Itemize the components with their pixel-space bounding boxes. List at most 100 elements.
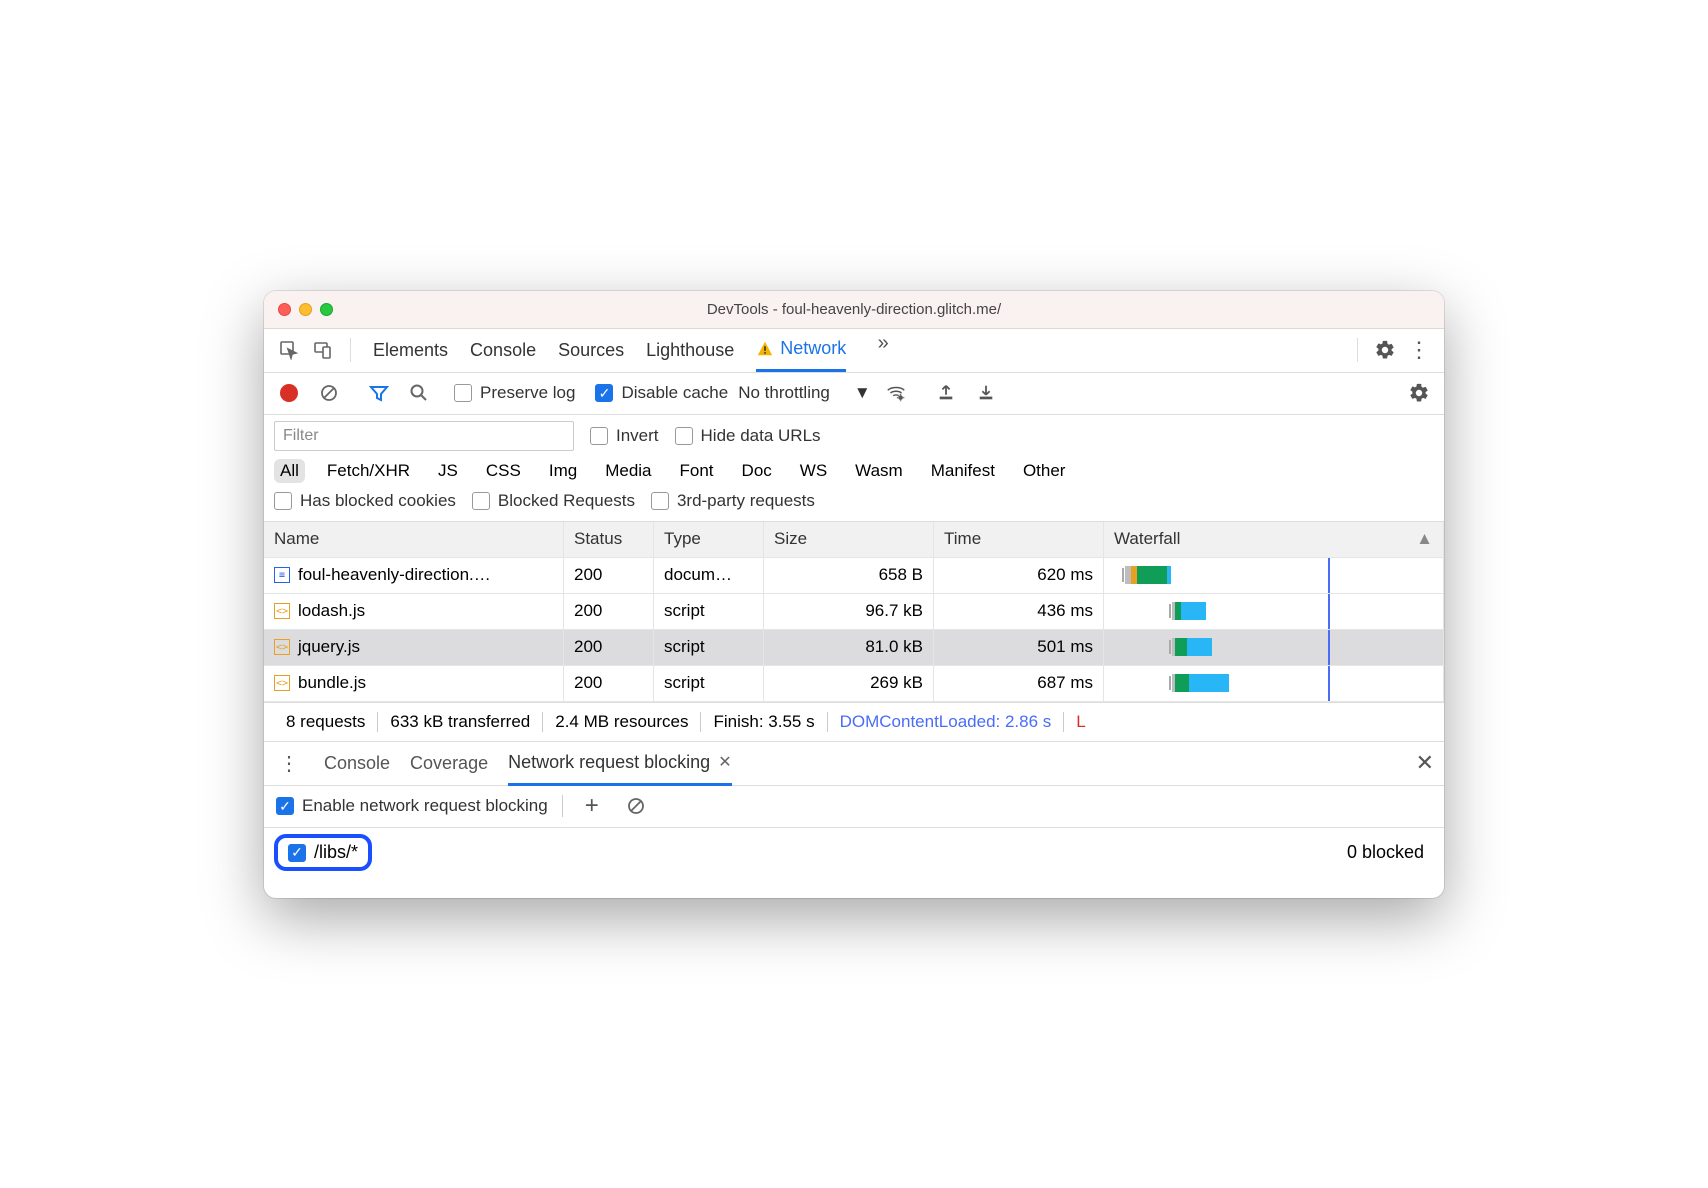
- filter-chip-doc[interactable]: Doc: [736, 459, 778, 483]
- table-row[interactable]: <>lodash.js200script96.7 kB436 ms: [264, 594, 1444, 630]
- warning-icon: [756, 340, 774, 358]
- table-row[interactable]: <>bundle.js200script269 kB687 ms: [264, 666, 1444, 702]
- throttling-select[interactable]: No throttling ▼: [738, 383, 871, 403]
- table-row[interactable]: <>jquery.js200script81.0 kB501 ms: [264, 630, 1444, 666]
- filter-input[interactable]: Filter: [274, 421, 574, 451]
- row-name: jquery.js: [298, 637, 360, 657]
- row-time: 501 ms: [934, 630, 1104, 665]
- third-party-checkbox[interactable]: 3rd-party requests: [651, 491, 815, 511]
- pattern-checkbox[interactable]: ✓: [288, 844, 306, 862]
- table-header: Name Status Type Size Time Waterfall ▲: [264, 522, 1444, 558]
- network-toolbar: Preserve log ✓ Disable cache No throttli…: [264, 373, 1444, 415]
- row-waterfall: [1104, 666, 1444, 701]
- summary-transferred: 633 kB transferred: [378, 712, 543, 732]
- clear-icon[interactable]: [314, 378, 344, 408]
- disable-cache-checkbox[interactable]: ✓ Disable cache: [595, 383, 728, 403]
- tab-console[interactable]: Console: [470, 328, 536, 372]
- filter-chip-all[interactable]: All: [274, 459, 305, 483]
- filter-chip-fetchxhr[interactable]: Fetch/XHR: [321, 459, 416, 483]
- drawer-tab-blocking[interactable]: Network request blocking ✕: [508, 742, 732, 786]
- close-window-button[interactable]: [278, 303, 291, 316]
- preserve-log-label: Preserve log: [480, 383, 575, 403]
- titlebar: DevTools - foul-heavenly-direction.glitc…: [264, 291, 1444, 329]
- script-icon: <>: [274, 603, 290, 619]
- row-name: foul-heavenly-direction.…: [298, 565, 491, 585]
- kebab-menu-icon[interactable]: ⋮: [1404, 335, 1434, 365]
- has-blocked-cookies-label: Has blocked cookies: [300, 491, 456, 511]
- filter-chip-media[interactable]: Media: [599, 459, 657, 483]
- filter-icon[interactable]: [364, 378, 394, 408]
- hide-data-urls-checkbox[interactable]: Hide data URLs: [675, 426, 821, 446]
- row-status: 200: [564, 666, 654, 701]
- invert-checkbox[interactable]: Invert: [590, 426, 659, 446]
- invert-label: Invert: [616, 426, 659, 446]
- col-time[interactable]: Time: [934, 522, 1104, 557]
- throttling-label: No throttling: [738, 383, 830, 403]
- remove-all-patterns-icon[interactable]: [621, 791, 651, 821]
- devtools-window: DevTools - foul-heavenly-direction.glitc…: [264, 291, 1444, 898]
- row-time: 687 ms: [934, 666, 1104, 701]
- pattern-highlight: ✓ /libs/*: [274, 834, 372, 871]
- filter-chip-manifest[interactable]: Manifest: [925, 459, 1001, 483]
- row-waterfall: [1104, 630, 1444, 665]
- filter-bar: Filter Invert Hide data URLs All Fetch/XH…: [264, 415, 1444, 522]
- more-tabs-icon[interactable]: »: [868, 328, 898, 358]
- filter-chip-other[interactable]: Other: [1017, 459, 1072, 483]
- filter-chip-img[interactable]: Img: [543, 459, 583, 483]
- summary-domcontentloaded: DOMContentLoaded: 2.86 s: [828, 712, 1065, 732]
- filter-chip-wasm[interactable]: Wasm: [849, 459, 909, 483]
- drawer-tabs: ⋮ Console Coverage Network request block…: [264, 742, 1444, 786]
- summary-requests: 8 requests: [274, 712, 378, 732]
- row-type: script: [654, 630, 764, 665]
- col-status[interactable]: Status: [564, 522, 654, 557]
- col-size[interactable]: Size: [764, 522, 934, 557]
- row-type: script: [654, 594, 764, 629]
- blocked-requests-checkbox[interactable]: Blocked Requests: [472, 491, 635, 511]
- tab-sources[interactable]: Sources: [558, 328, 624, 372]
- drawer-tab-coverage[interactable]: Coverage: [410, 741, 488, 785]
- window-title: DevTools - foul-heavenly-direction.glitc…: [264, 301, 1444, 318]
- third-party-label: 3rd-party requests: [677, 491, 815, 511]
- network-summary: 8 requests 633 kB transferred 2.4 MB res…: [264, 702, 1444, 742]
- record-button[interactable]: [274, 378, 304, 408]
- col-waterfall-label: Waterfall: [1114, 529, 1180, 549]
- add-pattern-icon[interactable]: +: [577, 791, 607, 821]
- network-settings-icon[interactable]: [1404, 378, 1434, 408]
- filter-chip-font[interactable]: Font: [674, 459, 720, 483]
- maximize-window-button[interactable]: [320, 303, 333, 316]
- search-icon[interactable]: [404, 378, 434, 408]
- row-size: 658 B: [764, 558, 934, 593]
- settings-icon[interactable]: [1370, 335, 1400, 365]
- row-status: 200: [564, 558, 654, 593]
- tab-lighthouse[interactable]: Lighthouse: [646, 328, 734, 372]
- network-conditions-icon[interactable]: [881, 378, 911, 408]
- import-har-icon[interactable]: [931, 378, 961, 408]
- drawer-kebab-icon[interactable]: ⋮: [274, 748, 304, 778]
- tab-network[interactable]: Network: [756, 328, 846, 372]
- table-row[interactable]: ≡foul-heavenly-direction.…200docum…658 B…: [264, 558, 1444, 594]
- tab-elements[interactable]: Elements: [373, 328, 448, 372]
- minimize-window-button[interactable]: [299, 303, 312, 316]
- device-toggle-icon[interactable]: [308, 335, 338, 365]
- close-drawer-icon[interactable]: ✕: [1416, 750, 1434, 776]
- col-type[interactable]: Type: [654, 522, 764, 557]
- main-toolbar: Elements Console Sources Lighthouse Netw…: [264, 329, 1444, 373]
- block-pattern-row[interactable]: ✓ /libs/* 0 blocked: [264, 828, 1444, 878]
- col-name[interactable]: Name: [264, 522, 564, 557]
- row-time: 436 ms: [934, 594, 1104, 629]
- filter-chip-css[interactable]: CSS: [480, 459, 527, 483]
- preserve-log-checkbox[interactable]: Preserve log: [454, 383, 575, 403]
- export-har-icon[interactable]: [971, 378, 1001, 408]
- has-blocked-cookies-checkbox[interactable]: Has blocked cookies: [274, 491, 456, 511]
- filter-chip-ws[interactable]: WS: [794, 459, 833, 483]
- filter-chip-js[interactable]: JS: [432, 459, 464, 483]
- script-icon: <>: [274, 675, 290, 691]
- hide-data-urls-label: Hide data URLs: [701, 426, 821, 446]
- col-waterfall[interactable]: Waterfall ▲: [1104, 522, 1444, 557]
- disable-cache-label: Disable cache: [621, 383, 728, 403]
- close-tab-icon[interactable]: ✕: [718, 752, 731, 772]
- enable-blocking-checkbox[interactable]: ✓ Enable network request blocking: [276, 796, 548, 816]
- summary-finish: Finish: 3.55 s: [701, 712, 827, 732]
- inspect-element-icon[interactable]: [274, 335, 304, 365]
- drawer-tab-console[interactable]: Console: [324, 741, 390, 785]
